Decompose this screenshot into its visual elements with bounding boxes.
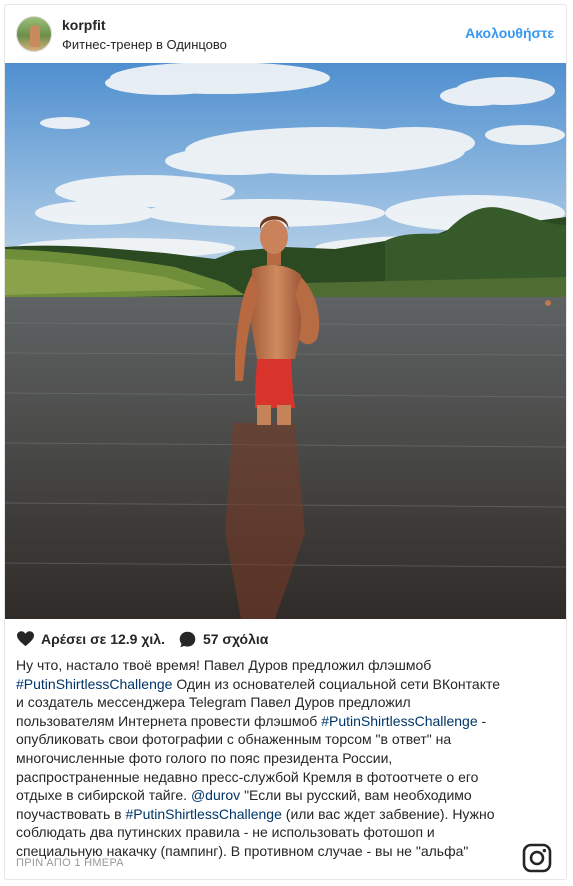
mention-link[interactable]: @durov bbox=[191, 787, 240, 803]
avatar[interactable] bbox=[16, 16, 52, 52]
post-actions: Αρέσει σε 12.9 χιλ. 57 σχόλια bbox=[17, 629, 282, 649]
location[interactable]: Фитнес-тренер в Одинцово bbox=[62, 37, 227, 52]
instagram-icon[interactable] bbox=[522, 843, 552, 873]
post-timestamp[interactable]: ΠΡΙΝ ΑΠΟ 1 ΗΜΕΡΑ bbox=[16, 857, 124, 869]
follow-button[interactable]: Ακολουθήστε bbox=[465, 25, 554, 41]
instagram-post-embed: korpfit Фитнес-тренер в Одинцово Ακολουθ… bbox=[4, 4, 567, 880]
username[interactable]: korpfit bbox=[62, 17, 106, 33]
hashtag-link[interactable]: #PutinShirtlessChallenge bbox=[16, 676, 172, 692]
hashtag-link[interactable]: #PutinShirtlessChallenge bbox=[125, 806, 281, 822]
post-header: korpfit Фитнес-тренер в Одинцово Ακολουθ… bbox=[5, 5, 566, 63]
like-action[interactable]: Αρέσει σε 12.9 χιλ. bbox=[17, 631, 165, 647]
post-photo[interactable] bbox=[5, 63, 566, 619]
post-caption: Ну что, настало твоё время! Павел Дуров … bbox=[16, 656, 511, 861]
comments-count: 57 σχόλια bbox=[202, 631, 269, 647]
hashtag-link[interactable]: #PutinShirtlessChallenge bbox=[321, 713, 477, 729]
comment-action[interactable]: 57 σχόλια bbox=[179, 631, 268, 648]
comment-bubble-icon[interactable] bbox=[179, 631, 196, 648]
heart-icon[interactable] bbox=[17, 631, 34, 647]
likes-count: Αρέσει σε 12.9 χιλ. bbox=[41, 631, 165, 647]
caption-text: Ну что, настало твоё время! Павел Дуров … bbox=[16, 657, 432, 673]
